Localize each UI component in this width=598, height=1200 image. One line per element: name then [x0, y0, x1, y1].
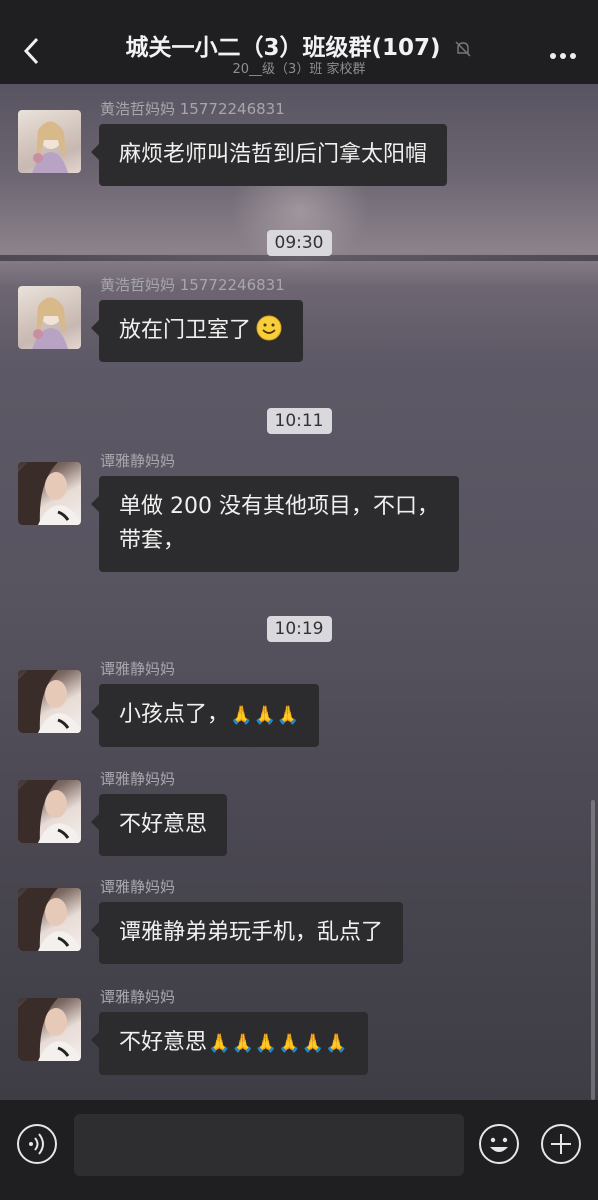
message-bubble[interactable]: 不好意思🙏🙏🙏🙏🙏🙏 — [91, 1012, 368, 1075]
message-text-line: 单做 200 没有其他项目，不口， — [119, 494, 439, 519]
avatar[interactable] — [18, 462, 81, 525]
timestamp: 10:11 — [0, 408, 598, 434]
sender-name: 黄浩哲妈妈 15772246831 — [100, 100, 285, 118]
more-dots-icon[interactable] — [550, 44, 580, 59]
avatar[interactable] — [18, 998, 81, 1061]
pray-emoji-icon: 🙏 — [254, 1033, 278, 1054]
input-bar — [0, 1100, 598, 1200]
message-text: 麻烦老师叫浩哲到后门拿太阳帽 — [119, 142, 428, 167]
chat-title: 城关一小二（3）班级群(107) — [0, 28, 598, 62]
pray-emoji-icon: 🙏 — [276, 705, 300, 726]
avatar-illustration-icon — [32, 121, 68, 173]
message-text: 谭雅静弟弟玩手机，乱点了 — [119, 920, 384, 945]
sender-name: 谭雅静妈妈 — [100, 660, 176, 678]
pray-emoji-icon: 🙏 — [230, 705, 253, 726]
avatar-photo-icon — [18, 670, 81, 733]
message-bubble[interactable]: 小孩点了，🙏🙏🙏 — [90, 684, 320, 747]
avatar[interactable] — [18, 888, 81, 951]
pray-emoji-icon: 🙏 — [278, 1033, 301, 1054]
message-input[interactable] — [74, 1114, 464, 1176]
pray-emoji-icon: 🙏 — [208, 1033, 231, 1054]
smile-emoji-icon — [256, 315, 282, 341]
message-text: 不好意思 — [119, 1030, 208, 1055]
timestamp: 09:30 — [0, 230, 598, 256]
pray-emoji-icon: 🙏 — [301, 1033, 325, 1054]
bell-muted-icon — [455, 40, 471, 57]
message-text: 放在门卫室了 — [119, 318, 252, 343]
timestamp: 10:19 — [0, 616, 598, 642]
avatar[interactable] — [18, 670, 81, 733]
message-bubble[interactable]: 单做 200 没有其他项目，不口， 带套， — [91, 476, 459, 572]
scrollbar[interactable] — [591, 800, 595, 1100]
sender-name: 谭雅静妈妈 — [100, 878, 176, 896]
sender-name: 谭雅静妈妈 — [100, 988, 176, 1006]
chat-screen: 城关一小二（3）班级群(107) 20__级（3）班 家校群 黄浩哲妈妈 157… — [0, 0, 598, 1200]
sender-name: 谭雅静妈妈 — [100, 452, 176, 470]
pray-emoji-icon: 🙏 — [231, 1033, 254, 1054]
chat-subtitle: 20__级（3）班 家校群 — [232, 62, 366, 77]
header-bar: 城关一小二（3）班级群(107) 20__级（3）班 家校群 — [0, 0, 598, 84]
message-text: 不好意思 — [119, 812, 208, 837]
sender-name: 谭雅静妈妈 — [100, 770, 176, 788]
avatar[interactable] — [18, 110, 81, 173]
sender-name: 黄浩哲妈妈 15772246831 — [100, 276, 285, 294]
message-bubble[interactable]: 麻烦老师叫浩哲到后门拿太阳帽 — [90, 124, 448, 186]
avatar-illustration-icon — [32, 297, 68, 349]
emoji-icon[interactable] — [478, 1123, 520, 1165]
avatar[interactable] — [18, 780, 81, 843]
plus-icon[interactable] — [540, 1123, 582, 1165]
voice-icon[interactable] — [16, 1123, 58, 1165]
message-text: 小孩点了， — [119, 702, 230, 727]
avatar-photo-icon — [18, 462, 81, 525]
message-bubble[interactable]: 放在门卫室了 — [90, 300, 304, 362]
avatar-photo-icon — [18, 780, 81, 843]
avatar-photo-icon — [18, 888, 81, 951]
avatar-photo-icon — [18, 998, 81, 1061]
avatar[interactable] — [18, 286, 81, 349]
message-bubble[interactable]: 谭雅静弟弟玩手机，乱点了 — [90, 902, 404, 964]
message-text-line: 带套， — [119, 528, 186, 553]
pray-emoji-icon: 🙏 — [325, 1033, 348, 1054]
message-bubble[interactable]: 不好意思 — [90, 794, 228, 856]
pray-emoji-icon: 🙏 — [253, 705, 276, 726]
